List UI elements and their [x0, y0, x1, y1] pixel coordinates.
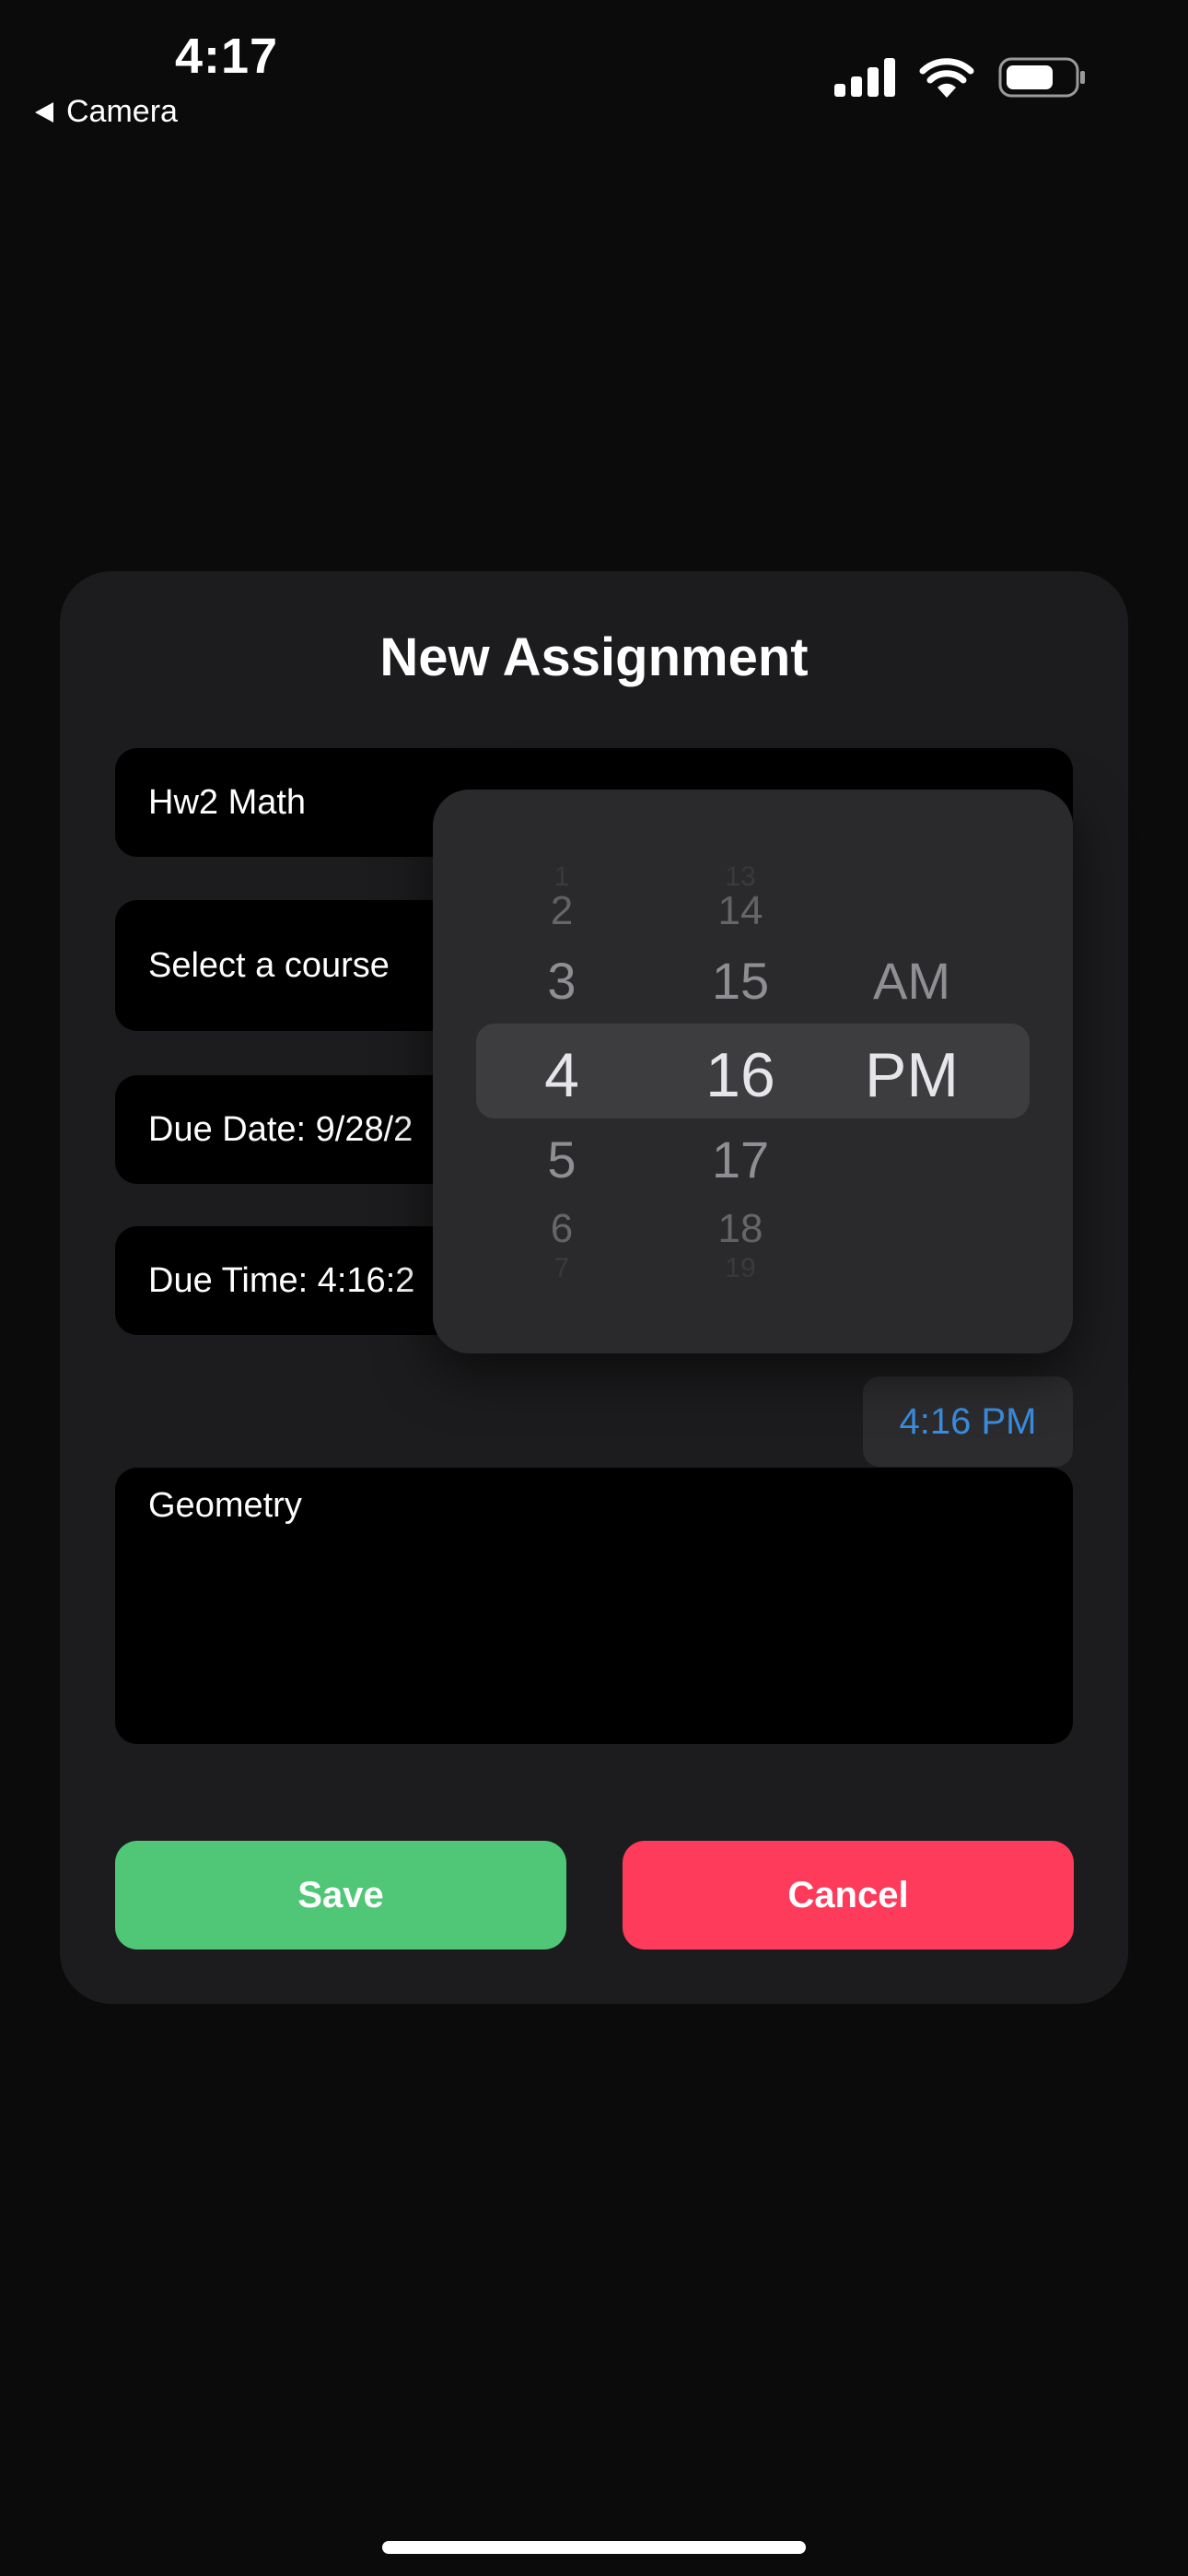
hour-wheel-item[interactable]: 2	[470, 891, 654, 931]
back-to-camera-link[interactable]: Camera	[35, 94, 178, 130]
hour-wheel-item[interactable]: 7	[470, 1255, 654, 1282]
status-time: 4:17	[175, 29, 279, 84]
minute-wheel-selected[interactable]: 16	[648, 1044, 833, 1107]
hour-wheel-item[interactable]: 5	[470, 1134, 654, 1186]
picker-fade-bottom	[433, 1234, 1073, 1353]
signal-bars-icon	[834, 58, 895, 97]
status-icons	[834, 57, 1087, 98]
time-picker-chip[interactable]: 4:16 PM	[863, 1376, 1073, 1467]
cancel-button[interactable]: Cancel	[623, 1841, 1074, 1950]
minute-wheel-item[interactable]: 19	[648, 1255, 833, 1282]
hour-wheel-item[interactable]: 6	[470, 1209, 654, 1249]
screen: 4:17 Camera New Assignment Hw2 Math Sele…	[0, 0, 1188, 2576]
back-label: Camera	[66, 94, 178, 129]
minute-wheel-item[interactable]: 13	[648, 863, 833, 891]
battery-icon	[998, 57, 1085, 98]
back-triangle-icon	[35, 101, 53, 123]
time-picker-popover[interactable]: 1 2 3 4 5 6 7 13 14 15 16 17 18 19 AM PM	[433, 790, 1073, 1353]
save-button[interactable]: Save	[115, 1841, 566, 1950]
wifi-icon	[919, 58, 974, 98]
hour-wheel-item[interactable]: 1	[470, 863, 654, 891]
minute-wheel-item[interactable]: 15	[648, 955, 833, 1007]
minute-wheel-item[interactable]: 17	[648, 1134, 833, 1186]
home-indicator[interactable]	[382, 2541, 806, 2554]
minute-wheel-item[interactable]: 18	[648, 1209, 833, 1249]
period-wheel-item[interactable]: AM	[820, 955, 1004, 1007]
period-wheel-selected[interactable]: PM	[820, 1044, 1004, 1107]
notes-field[interactable]: Geometry	[115, 1468, 1073, 1744]
hour-wheel-item[interactable]: 3	[470, 955, 654, 1007]
dialog-title: New Assignment	[379, 627, 809, 687]
hour-wheel-selected[interactable]: 4	[470, 1044, 654, 1107]
minute-wheel-item[interactable]: 14	[648, 891, 833, 931]
